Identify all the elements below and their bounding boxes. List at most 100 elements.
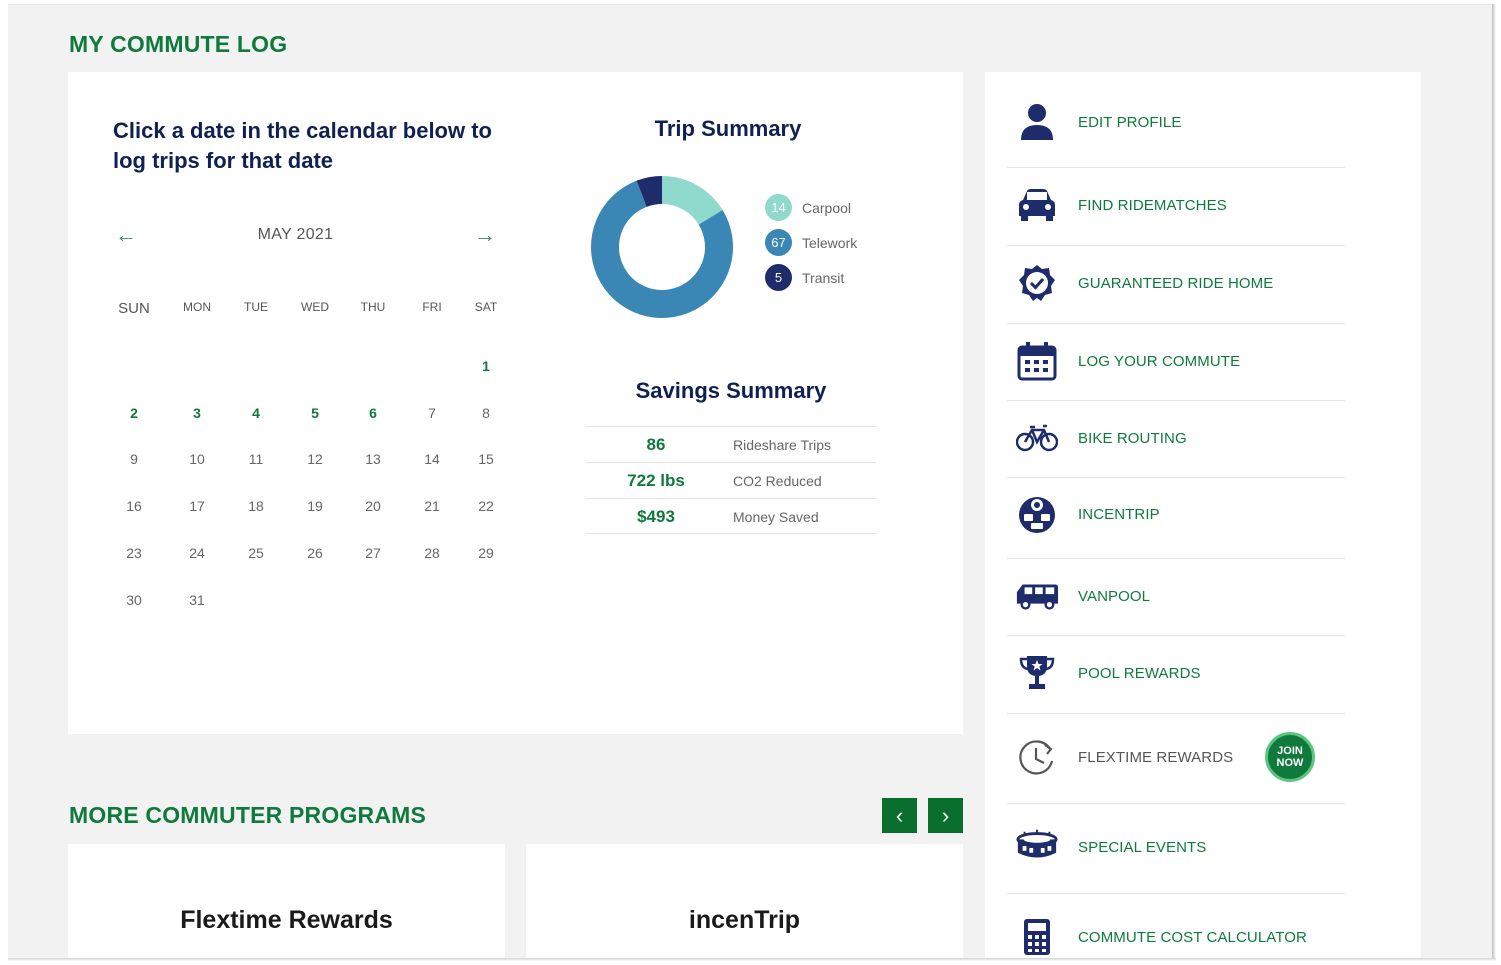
join-now-line1: JOIN xyxy=(1277,745,1303,757)
calendar-day[interactable]: 22 xyxy=(466,498,506,514)
calendar-day[interactable]: 12 xyxy=(295,451,335,467)
calendar-day[interactable]: 2 xyxy=(114,405,154,421)
program-card-title: incenTrip xyxy=(688,906,801,934)
calendar-day[interactable]: 13 xyxy=(353,451,393,467)
menu-item-label: FIND RIDEMATCHES xyxy=(1078,196,1227,214)
menu-item-guaranteed-ride-home[interactable]: GUARANTEED RIDE HOME xyxy=(1007,261,1345,305)
trip-summary-donut-chart xyxy=(591,176,733,318)
menu-item-label: INCENTRIP xyxy=(1078,505,1160,523)
calendar-day[interactable]: 27 xyxy=(353,545,393,561)
legend-count-badge: 5 xyxy=(765,264,792,291)
commute-log-card: Click a date in the calendar below to lo… xyxy=(68,72,963,734)
legend-label: Carpool xyxy=(802,199,852,216)
calendar-day[interactable]: 1 xyxy=(466,358,506,374)
calendar-day[interactable]: 28 xyxy=(412,545,452,561)
window-shadow-right xyxy=(1492,4,1496,960)
menu-item-log-your-commute[interactable]: LOG YOUR COMMUTE xyxy=(1007,339,1345,383)
calendar-day[interactable]: 30 xyxy=(114,592,154,608)
calendar-day[interactable]: 15 xyxy=(466,451,506,467)
calendar-day[interactable]: 25 xyxy=(236,545,276,561)
menu-divider xyxy=(1007,803,1345,804)
calendar-day[interactable]: 21 xyxy=(412,498,452,514)
legend-count-badge: 14 xyxy=(765,194,792,221)
window-shadow-bottom xyxy=(8,958,1496,961)
menu-item-label: COMMUTE COST CALCULATOR xyxy=(1078,928,1307,946)
calendar-day[interactable]: 24 xyxy=(177,545,217,561)
savings-row: 722 lbs CO2 Reduced xyxy=(586,462,876,498)
savings-label: Rideshare Trips xyxy=(733,437,832,453)
weekday-header: TUE xyxy=(244,300,268,314)
weekday-header: SAT xyxy=(474,300,498,314)
programs-prev-button[interactable]: ‹ xyxy=(882,798,917,833)
menu-divider xyxy=(1007,400,1345,401)
menu-item-label: POOL REWARDS xyxy=(1078,664,1201,682)
calendar-day[interactable]: 3 xyxy=(177,405,217,421)
calendar-day[interactable]: 8 xyxy=(466,405,506,421)
menu-divider xyxy=(1007,558,1345,559)
stadium-icon xyxy=(1015,825,1059,869)
menu-item-label: LOG YOUR COMMUTE xyxy=(1078,352,1241,370)
weekday-header: MON xyxy=(183,300,211,314)
legend-label: Transit xyxy=(802,269,845,286)
menu-item-label: VANPOOL xyxy=(1078,587,1151,605)
incentrip-icon xyxy=(1015,492,1059,536)
calendar-day[interactable]: 18 xyxy=(236,498,276,514)
program-card-title: Flextime Rewards xyxy=(180,906,393,934)
calendar-day[interactable]: 7 xyxy=(412,405,452,421)
calendar-day[interactable]: 29 xyxy=(466,545,506,561)
menu-divider xyxy=(1007,893,1345,894)
menu-item-vanpool[interactable]: VANPOOL xyxy=(1007,574,1345,618)
menu-divider xyxy=(1007,713,1345,714)
legend-item: 5 Transit xyxy=(765,264,844,291)
program-card-incentrip[interactable]: incenTrip xyxy=(526,844,963,961)
calendar-day[interactable]: 5 xyxy=(295,405,335,421)
calendar-day[interactable]: 20 xyxy=(353,498,393,514)
menu-item-special-events[interactable]: SPECIAL EVENTS xyxy=(1007,825,1345,869)
menu-item-commute-cost-calculator[interactable]: COMMUTE COST CALCULATOR xyxy=(1007,915,1345,959)
legend-label: Telework xyxy=(802,234,858,251)
menu-divider xyxy=(1007,477,1345,478)
weekday-header: WED xyxy=(301,300,329,314)
bicycle-icon xyxy=(1015,416,1059,460)
menu-item-label: FLEXTIME REWARDS xyxy=(1078,748,1234,766)
menu-item-find-ridematches[interactable]: FIND RIDEMATCHES xyxy=(1007,183,1345,227)
calendar-day[interactable]: 14 xyxy=(412,451,452,467)
weekday-header: FRI xyxy=(422,300,442,314)
calendar-day[interactable]: 6 xyxy=(353,405,393,421)
menu-item-edit-profile[interactable]: EDIT PROFILE xyxy=(1007,100,1345,144)
join-now-button[interactable]: JOIN NOW xyxy=(1265,732,1315,782)
calendar-day[interactable]: 11 xyxy=(236,451,276,467)
calendar-day[interactable]: 17 xyxy=(177,498,217,514)
calendar-day[interactable]: 26 xyxy=(295,545,335,561)
weekday-header: THU xyxy=(360,300,386,314)
menu-item-label: GUARANTEED RIDE HOME xyxy=(1078,274,1274,292)
next-month-arrow-icon[interactable]: → xyxy=(474,222,496,248)
calendar-day[interactable]: 9 xyxy=(114,451,154,467)
menu-divider xyxy=(1007,635,1345,636)
calculator-icon xyxy=(1015,915,1059,959)
clock-arrow-icon xyxy=(1015,735,1059,779)
calendar-day[interactable]: 19 xyxy=(295,498,335,514)
program-card-flextime[interactable]: Flextime Rewards xyxy=(68,844,505,961)
calendar-day[interactable]: 16 xyxy=(114,498,154,514)
menu-item-label: SPECIAL EVENTS xyxy=(1078,838,1207,856)
calendar-day[interactable]: 4 xyxy=(236,405,276,421)
calendar-day[interactable]: 10 xyxy=(177,451,217,467)
menu-divider xyxy=(1007,245,1345,246)
van-icon xyxy=(1015,574,1059,618)
programs-next-button[interactable]: › xyxy=(928,798,963,833)
calendar-day[interactable]: 23 xyxy=(114,545,154,561)
calendar-day[interactable]: 31 xyxy=(177,592,217,608)
prev-month-arrow-icon[interactable]: ← xyxy=(115,222,137,248)
savings-row: $493 Money Saved xyxy=(586,498,876,534)
quick-links-panel: EDIT PROFILE FIND RIDEMATCHES GUARANTEED… xyxy=(985,72,1421,961)
savings-value: 722 lbs xyxy=(627,471,685,490)
weekday-header: SUN xyxy=(118,300,150,317)
menu-item-pool-rewards[interactable]: POOL REWARDS xyxy=(1007,651,1345,695)
menu-item-bike-routing[interactable]: BIKE ROUTING xyxy=(1007,416,1345,460)
menu-divider xyxy=(1007,323,1345,324)
menu-item-incentrip[interactable]: INCENTRIP xyxy=(1007,492,1345,536)
savings-label: CO2 Reduced xyxy=(733,473,822,489)
commuter-programs-title: MORE COMMUTER PROGRAMS xyxy=(69,802,427,828)
trophy-icon xyxy=(1015,651,1059,695)
